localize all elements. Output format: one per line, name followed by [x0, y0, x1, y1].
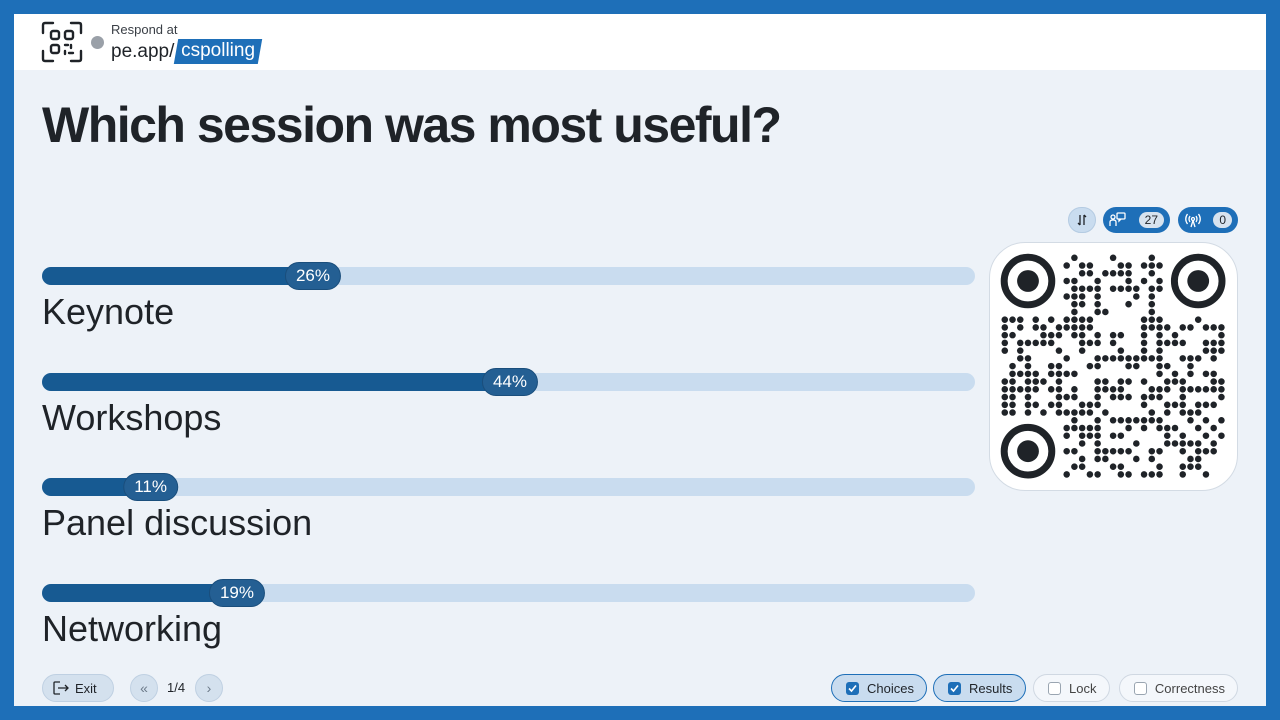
toggle-label: Choices	[867, 680, 914, 696]
result-label: Workshops	[42, 397, 222, 438]
respond-label: Respond at	[111, 22, 178, 37]
responses-pill[interactable]: 27	[1103, 207, 1170, 233]
exit-button[interactable]: Exit	[42, 674, 114, 702]
toggle-results[interactable]: Results	[933, 674, 1026, 702]
result-percent-badge: 19%	[208, 579, 265, 607]
sort-arrows-icon	[1077, 214, 1087, 226]
sort-button[interactable]	[1068, 207, 1096, 233]
result-bar-fill	[42, 267, 325, 285]
result-bar-fill	[42, 373, 522, 391]
exit-label: Exit	[75, 680, 97, 696]
exit-icon	[53, 681, 69, 695]
responses-count: 27	[1138, 212, 1164, 228]
toggle-label: Correctness	[1154, 680, 1225, 696]
result-bar-track	[42, 478, 975, 496]
result-bar-track	[42, 267, 975, 285]
url-code-badge: cspolling	[174, 39, 263, 64]
checkbox-empty-icon	[1048, 681, 1061, 695]
live-pill[interactable]: 0	[1178, 207, 1238, 233]
result-percent-badge: 26%	[284, 262, 341, 290]
result-label: Keynote	[42, 291, 175, 332]
checkbox-empty-icon	[1134, 681, 1147, 695]
qr-frame-icon	[41, 21, 83, 63]
checkbox-checked-icon	[846, 681, 859, 695]
toggle-lock[interactable]: Lock	[1033, 674, 1110, 702]
result-percent-badge: 11%	[123, 473, 178, 501]
presentation-frame: Respond at pe.app/ cspolling Which sessi…	[14, 14, 1266, 706]
toggle-label: Lock	[1069, 680, 1097, 696]
qr-code	[989, 242, 1238, 491]
toggle-label: Results	[969, 680, 1013, 696]
result-label: Networking	[42, 608, 223, 649]
prev-button[interactable]: «	[130, 674, 158, 702]
result-bar-track	[42, 584, 975, 602]
top-bar: Respond at pe.app/ cspolling	[14, 14, 1266, 70]
toggle-choices[interactable]: Choices	[831, 674, 927, 702]
url-code: cspolling	[181, 40, 256, 61]
live-count: 0	[1213, 212, 1232, 228]
result-label: Panel discussion	[42, 502, 313, 543]
toggle-correctness[interactable]: Correctness	[1119, 674, 1238, 702]
url-prefix: pe.app/	[111, 40, 175, 62]
page-indicator: 1/4	[167, 680, 186, 695]
result-percent-badge: 44%	[481, 368, 538, 396]
status-dot	[91, 36, 104, 49]
question-title: Which session was most useful?	[42, 97, 782, 153]
broadcast-icon	[1185, 213, 1201, 228]
checkbox-checked-icon	[948, 681, 961, 695]
response-url[interactable]: pe.app/ cspolling	[111, 39, 263, 64]
chevron-right-icon: ›	[206, 680, 212, 696]
double-chevron-left-icon: «	[140, 680, 148, 696]
people-chat-icon	[1109, 212, 1126, 226]
next-button[interactable]: ›	[195, 674, 223, 702]
